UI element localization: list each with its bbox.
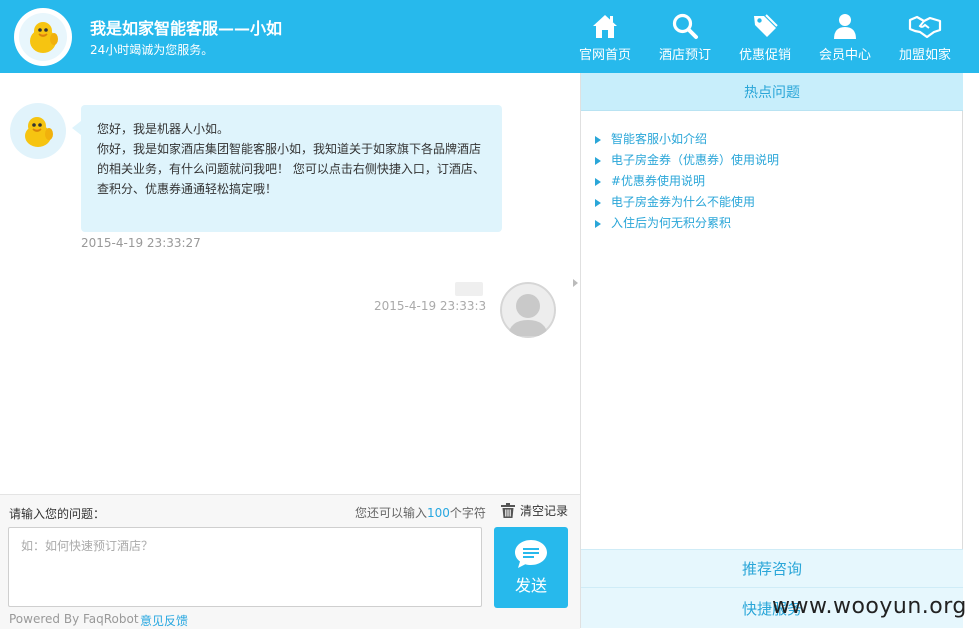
- watermark: www.wooyun.org: [772, 594, 967, 619]
- triangle-right-icon: [595, 198, 601, 207]
- feedback-link[interactable]: 意见反馈: [140, 612, 188, 629]
- hot-question-item[interactable]: 智能客服小如介绍: [595, 129, 779, 150]
- triangle-right-icon: [595, 135, 601, 144]
- input-label: 请输入您的问题：: [9, 507, 106, 521]
- hot-question-item[interactable]: 入住后为何无积分累积: [595, 213, 779, 234]
- user-icon: [834, 14, 856, 39]
- top-nav: 官网首页 酒店预订 优惠促销 会员中心 加盟如家: [565, 0, 979, 73]
- mascot-icon: [25, 117, 53, 147]
- bot-message-greeting: 您好，我是机器人小如。: [97, 122, 230, 136]
- nav-home-label: 官网首页: [578, 48, 631, 63]
- triangle-right-icon: [595, 177, 601, 186]
- trash-icon: [501, 503, 515, 518]
- mascot-icon: [30, 22, 58, 53]
- nav-home[interactable]: 官网首页: [565, 0, 645, 73]
- nav-member-center-label: 会员中心: [818, 48, 871, 63]
- hot-question-item[interactable]: #优惠券使用说明: [595, 171, 779, 192]
- side-panel: 热点问题 智能客服小如介绍 电子房金券（优惠券）使用说明 #优惠券使用说明 电子…: [581, 73, 963, 628]
- char-count-number: 100: [427, 506, 450, 520]
- hot-question-item[interactable]: 电子房金券（优惠券）使用说明: [595, 150, 779, 171]
- triangle-right-icon: [595, 219, 601, 228]
- nav-hotel-booking[interactable]: 酒店预订: [645, 0, 725, 73]
- nav-hotel-booking-label: 酒店预订: [658, 48, 711, 63]
- collapse-arrow-icon[interactable]: [573, 279, 578, 287]
- bot-message-time: 2015-4-19 23:33:27: [81, 236, 201, 250]
- header-title: 我是如家智能客服——小如: [90, 19, 283, 38]
- clear-history-button[interactable]: 清空记录: [501, 502, 568, 519]
- hot-questions-header[interactable]: 热点问题: [581, 73, 963, 111]
- send-button[interactable]: 发送: [494, 527, 568, 608]
- user-message-bubble: [455, 282, 483, 296]
- input-panel: 请输入您的问题： 您还可以输入100个字符 清空记录 发送 Powered By…: [0, 494, 580, 629]
- logo: [14, 8, 72, 66]
- default-avatar-icon: [500, 282, 556, 338]
- triangle-right-icon: [595, 156, 601, 165]
- nav-member-center[interactable]: 会员中心: [805, 0, 885, 73]
- user-message-time: 2015-4-19 23:33:34: [374, 299, 486, 313]
- nav-promotions-label: 优惠促销: [738, 48, 791, 63]
- char-count-hint: 您还可以输入100个字符: [355, 506, 486, 520]
- search-icon: [672, 13, 698, 39]
- nav-franchise-label: 加盟如家: [898, 48, 951, 63]
- hot-questions-list: 智能客服小如介绍 电子房金券（优惠券）使用说明 #优惠券使用说明 电子房金券为什…: [595, 129, 779, 234]
- chat-history[interactable]: 您好，我是机器人小如。 你好，我是如家酒店集团智能客服小如，我知道关于如家旗下各…: [0, 73, 580, 494]
- handshake-icon: [908, 15, 942, 39]
- send-label: 发送: [514, 576, 547, 595]
- hot-question-item[interactable]: 电子房金券为什么不能使用: [595, 192, 779, 213]
- bot-avatar: [10, 103, 66, 159]
- powered-by: Powered By FaqRobot: [9, 612, 139, 626]
- recommend-header[interactable]: 推荐咨询: [581, 549, 963, 588]
- clear-history-label: 清空记录: [520, 504, 569, 518]
- user-avatar: [500, 282, 556, 338]
- nav-promotions[interactable]: 优惠促销: [725, 0, 805, 73]
- tag-icon: [754, 14, 778, 37]
- question-input[interactable]: [8, 527, 482, 607]
- home-icon: [593, 15, 617, 38]
- bot-message-body: 你好，我是如家酒店集团智能客服小如，我知道关于如家旗下各品牌酒店的相关业务，有什…: [97, 142, 485, 196]
- bot-message-bubble: 您好，我是机器人小如。 你好，我是如家酒店集团智能客服小如，我知道关于如家旗下各…: [72, 105, 502, 232]
- nav-franchise[interactable]: 加盟如家: [885, 0, 965, 73]
- header-bar: 我是如家智能客服——小如 24小时竭诚为您服务。 官网首页 酒店预订 优惠促销: [0, 0, 979, 73]
- header-subtitle: 24小时竭诚为您服务。: [90, 43, 214, 57]
- chat-bubble-icon: [515, 540, 547, 568]
